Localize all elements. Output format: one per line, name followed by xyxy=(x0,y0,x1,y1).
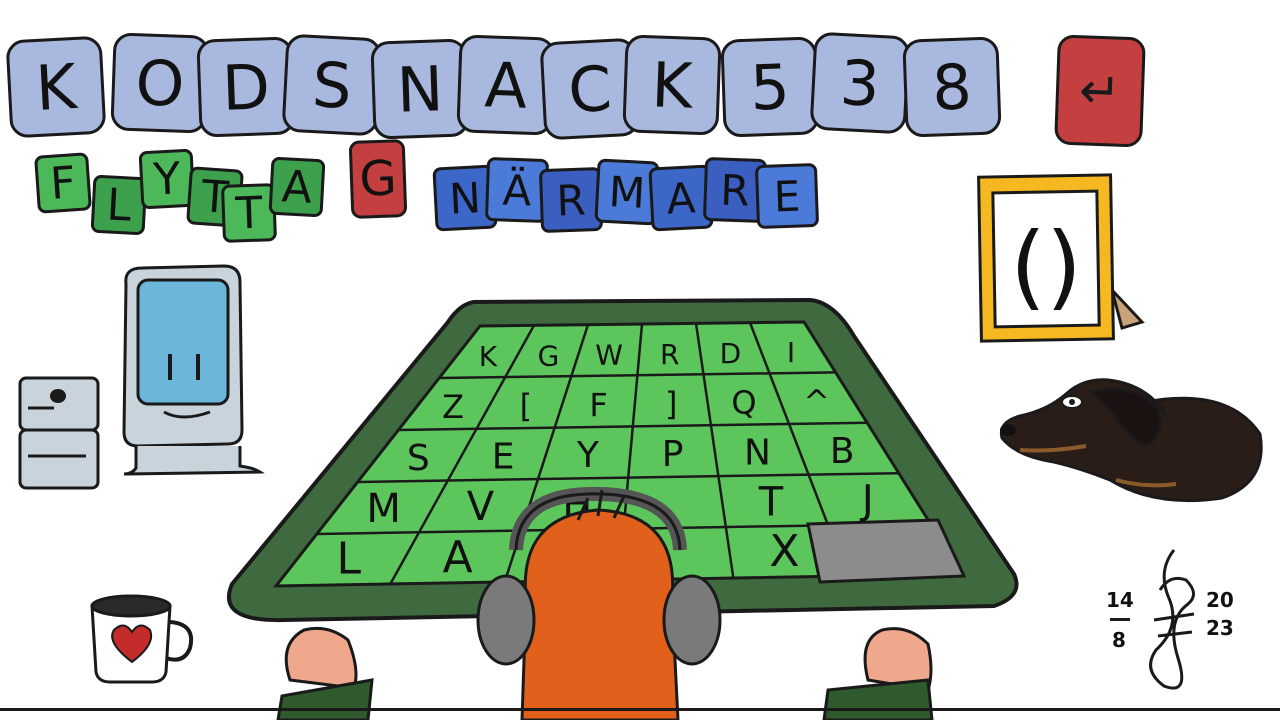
person-illustration xyxy=(276,486,934,720)
coffee-mug-icon xyxy=(90,594,193,684)
title-tile: D xyxy=(196,36,296,138)
board-letter: ^ xyxy=(803,383,830,421)
title-tile: 3 xyxy=(809,31,911,135)
board-letter: S xyxy=(407,438,430,479)
subtitle-tile: A xyxy=(268,156,326,218)
board-letter: Q xyxy=(731,384,756,422)
title-tile: K xyxy=(5,35,107,139)
frame-text: () xyxy=(1010,213,1082,320)
subtitle-tile: T xyxy=(221,183,277,243)
board-letter: [ xyxy=(520,387,532,425)
table-edge xyxy=(0,708,1280,711)
board-letter: K xyxy=(479,340,498,373)
subtitle-tile-highlight: G xyxy=(348,139,408,219)
subtitle-tile: F xyxy=(34,152,92,214)
left-hand xyxy=(284,626,358,690)
board-letter: Z xyxy=(442,388,464,426)
title-tile: S xyxy=(281,33,383,137)
board-letter: N xyxy=(744,433,771,474)
signature-divider xyxy=(1110,618,1130,621)
board-letter: G xyxy=(538,339,560,372)
board-letter: I xyxy=(787,336,795,369)
title-tile: O xyxy=(110,32,210,134)
title-tile: N xyxy=(370,38,470,140)
board-letter: R xyxy=(660,338,679,371)
board-letter: B xyxy=(830,431,855,472)
title-tile: K xyxy=(622,34,722,136)
illustration: K O D S N A C K 5 3 8 ↵ F L Y T T A G N … xyxy=(0,0,1280,720)
signature-month: 8 xyxy=(1112,628,1126,652)
subtitle-tile: R xyxy=(538,166,604,234)
drive-icon xyxy=(18,376,100,432)
subtitle-tile: L xyxy=(90,174,148,236)
board-letter: ] xyxy=(665,385,677,423)
signature-year-bottom: 23 xyxy=(1206,616,1234,640)
picture-frame: () xyxy=(977,173,1145,343)
headphones-icon xyxy=(476,574,536,666)
title-tile: 8 xyxy=(902,36,1002,138)
hair xyxy=(520,508,680,720)
signature-year-top: 20 xyxy=(1206,588,1234,612)
subtitle-tile: E xyxy=(754,162,820,230)
board-letter: E xyxy=(492,437,515,478)
signature-day: 14 xyxy=(1106,588,1134,612)
board-letter: W xyxy=(595,339,623,372)
board-letter: F xyxy=(589,386,607,424)
board-letter: D xyxy=(720,337,742,370)
enter-key-icon: ↵ xyxy=(1054,34,1146,148)
board-letter: Y xyxy=(576,435,600,476)
title-tile: 5 xyxy=(720,36,820,138)
board-letter: P xyxy=(662,434,684,475)
signature-scribble xyxy=(1149,549,1195,690)
dog-illustration xyxy=(999,378,1263,503)
